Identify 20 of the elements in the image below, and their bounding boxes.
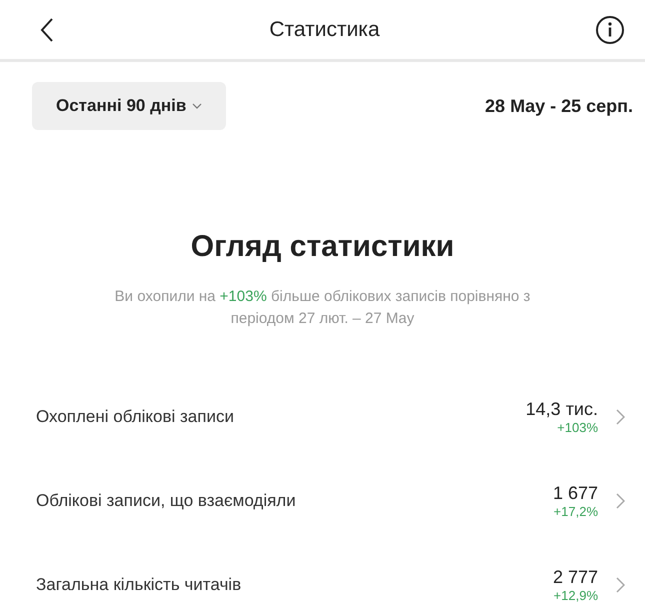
page-title: Статистика xyxy=(269,18,380,42)
back-icon[interactable] xyxy=(40,16,54,42)
date-range: 28 May - 25 серп. xyxy=(485,96,633,116)
metric-label: Загальна кількість читачів xyxy=(36,574,242,594)
overview-summary: Ви охопили на +103% більше облікових записів порівняно з періодом 27 лют. – 27 May xyxy=(114,287,532,329)
chevron-right-icon[interactable] xyxy=(616,576,625,592)
chevron-right-icon[interactable] xyxy=(616,492,625,508)
metric-change: +103% xyxy=(557,420,598,434)
chevron-down-icon xyxy=(192,103,202,109)
overview-title: Огляд статистики xyxy=(190,230,456,264)
metric-change: +12,9% xyxy=(554,588,598,602)
metric-change: +17,2% xyxy=(554,504,598,518)
period-dropdown[interactable]: Останні 90 днів xyxy=(32,82,226,130)
metric-value: 1 677 xyxy=(552,482,598,504)
chevron-right-icon[interactable] xyxy=(616,408,625,424)
metric-value: 14,3 тис. xyxy=(526,398,598,420)
metric-value: 2 777 xyxy=(552,566,598,588)
metric-label: Облікові записи, що взаємодіяли xyxy=(36,490,297,510)
metric-label: Охоплені облікові записи xyxy=(36,406,235,426)
info-icon[interactable] xyxy=(594,14,625,44)
